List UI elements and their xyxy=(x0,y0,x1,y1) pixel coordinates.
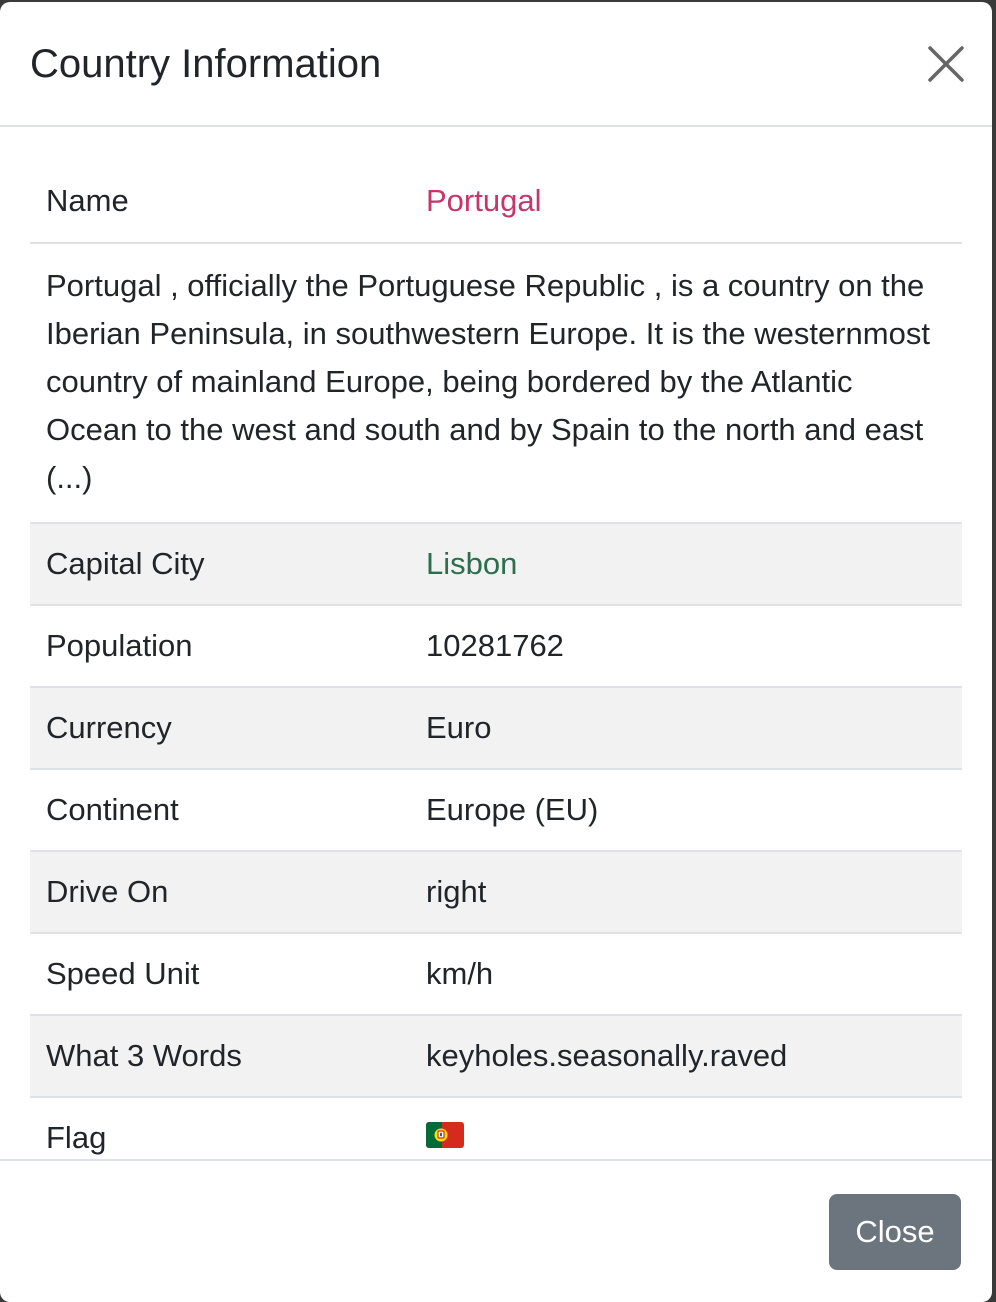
what3words-label: What 3 Words xyxy=(30,1014,410,1097)
modal-body: Name Portugal Portugal , officially the … xyxy=(0,127,992,1159)
table-row-name: Name Portugal xyxy=(30,160,962,243)
modal-footer: Close xyxy=(0,1159,992,1302)
currency-value: Euro xyxy=(410,686,962,769)
continent-label: Continent xyxy=(30,768,410,851)
table-row-what3words: What 3 Words keyholes.seasonally.raved xyxy=(30,1014,962,1097)
close-button[interactable]: Close xyxy=(829,1194,961,1270)
name-label: Name xyxy=(46,183,129,218)
modal-header: Country Information xyxy=(0,2,992,127)
table-row-speed-unit: Speed Unit km/h xyxy=(30,932,962,1015)
country-info-modal: Country Information Name Portugal Portug… xyxy=(0,2,992,1302)
speed-unit-label: Speed Unit xyxy=(30,932,410,1015)
continent-value: Europe (EU) xyxy=(410,768,962,851)
table-row-population: Population 10281762 xyxy=(30,604,962,687)
capital-label: Capital City xyxy=(30,522,410,605)
flag-value xyxy=(410,1096,962,1159)
close-icon[interactable] xyxy=(926,44,966,84)
drive-on-label: Drive On xyxy=(30,850,410,933)
table-row-description: Portugal , officially the Portuguese Rep… xyxy=(30,242,962,523)
table-row-continent: Continent Europe (EU) xyxy=(30,768,962,851)
portugal-flag-icon xyxy=(426,1120,464,1156)
capital-value: Lisbon xyxy=(410,522,962,605)
what3words-value: keyholes.seasonally.raved xyxy=(410,1014,962,1097)
country-name-value: Portugal xyxy=(426,183,542,218)
table-row-currency: Currency Euro xyxy=(30,686,962,769)
population-label: Population xyxy=(30,604,410,687)
table-row-capital: Capital City Lisbon xyxy=(30,522,962,605)
population-value: 10281762 xyxy=(410,604,962,687)
currency-label: Currency xyxy=(30,686,410,769)
table-row-flag: Flag xyxy=(30,1096,962,1159)
table-row-drive-on: Drive On right xyxy=(30,850,962,933)
country-description: Portugal , officially the Portuguese Rep… xyxy=(30,242,962,523)
speed-unit-value: km/h xyxy=(410,932,962,1015)
flag-label: Flag xyxy=(30,1096,410,1159)
modal-title: Country Information xyxy=(30,42,382,86)
drive-on-value: right xyxy=(410,850,962,933)
country-info-table: Name Portugal Portugal , officially the … xyxy=(30,160,962,1159)
